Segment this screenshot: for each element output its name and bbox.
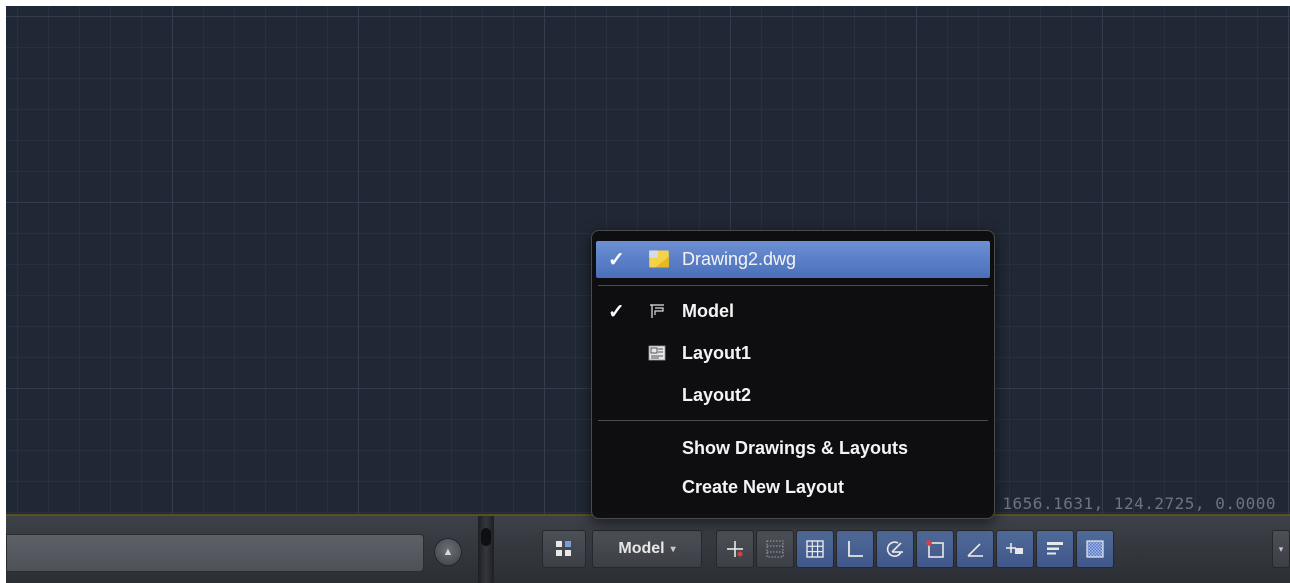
dynamic-ucs-toggle[interactable] xyxy=(956,530,994,568)
dynamic-input-toggle[interactable] xyxy=(996,530,1034,568)
status-bar: ▲ Model ▾ ▾ xyxy=(6,514,1290,583)
object-snap-icon xyxy=(926,540,944,558)
menu-item-show-drawings-layouts[interactable]: Show Drawings & Layouts xyxy=(596,430,990,467)
menu-separator xyxy=(598,420,988,421)
menu-item-label: Show Drawings & Layouts xyxy=(682,438,909,458)
layout-icon xyxy=(648,345,666,361)
transparency-icon xyxy=(1086,540,1104,558)
menu-item-label: Layout1 xyxy=(682,343,752,363)
lineweight-icon xyxy=(1047,542,1063,555)
snap-mode-icon xyxy=(766,540,784,558)
lineweight-toggle[interactable] xyxy=(1036,530,1074,568)
quick-view-button[interactable] xyxy=(542,530,586,568)
menu-item-label: Layout2 xyxy=(682,385,752,405)
dwg-file-icon xyxy=(649,250,669,268)
transparency-toggle[interactable] xyxy=(1076,530,1114,568)
chevron-down-icon: ▾ xyxy=(1278,543,1284,554)
checkmark-icon: ✓ xyxy=(608,249,625,271)
menu-item-drawing[interactable]: ✓ Drawing2.dwg xyxy=(596,241,990,278)
command-history-toggle-icon[interactable]: ▲ xyxy=(434,538,462,566)
ortho-mode-toggle[interactable] xyxy=(836,530,874,568)
grid-display-icon xyxy=(806,540,824,558)
infer-constraints-icon xyxy=(727,541,743,557)
drawings-layouts-popup-menu: ✓ Drawing2.dwg ✓ Model Layout1 Layout2 S… xyxy=(591,230,995,519)
menu-item-label: Create New Layout xyxy=(682,477,845,497)
chevron-down-icon: ▾ xyxy=(670,543,676,555)
menu-separator xyxy=(598,285,988,286)
menu-item-model[interactable]: ✓ Model xyxy=(596,293,990,330)
checkmark-icon: ✓ xyxy=(608,301,625,323)
menu-item-label: Drawing2.dwg xyxy=(682,249,797,269)
menu-item-layout1[interactable]: Layout1 xyxy=(596,335,990,372)
splitter-knob xyxy=(481,528,491,546)
model-space-icon xyxy=(650,304,664,318)
object-snap-toggle[interactable] xyxy=(916,530,954,568)
ortho-mode-icon xyxy=(848,541,863,557)
coordinate-readout: 1656.1631, 124.2725, 0.0000 xyxy=(1002,494,1276,513)
polar-tracking-toggle[interactable] xyxy=(876,530,914,568)
menu-item-create-new-layout[interactable]: Create New Layout xyxy=(596,469,990,506)
menu-item-layout2[interactable]: Layout2 xyxy=(596,377,990,414)
infer-constraints-toggle[interactable] xyxy=(716,530,754,568)
panel-splitter-handle[interactable] xyxy=(478,516,494,583)
menu-item-label: Model xyxy=(682,301,734,321)
dynamic-ucs-icon xyxy=(967,543,983,557)
snap-mode-toggle[interactable] xyxy=(756,530,794,568)
customize-statusbar-button[interactable]: ▾ xyxy=(1272,530,1290,568)
model-layout-dropdown-button[interactable]: Model ▾ xyxy=(592,530,702,568)
command-line-input[interactable] xyxy=(6,534,424,572)
quick-view-icon xyxy=(556,541,571,556)
model-button-label: Model xyxy=(618,540,665,557)
grid-display-toggle[interactable] xyxy=(796,530,834,568)
polar-tracking-icon xyxy=(886,541,903,557)
dynamic-input-icon xyxy=(1006,543,1023,554)
